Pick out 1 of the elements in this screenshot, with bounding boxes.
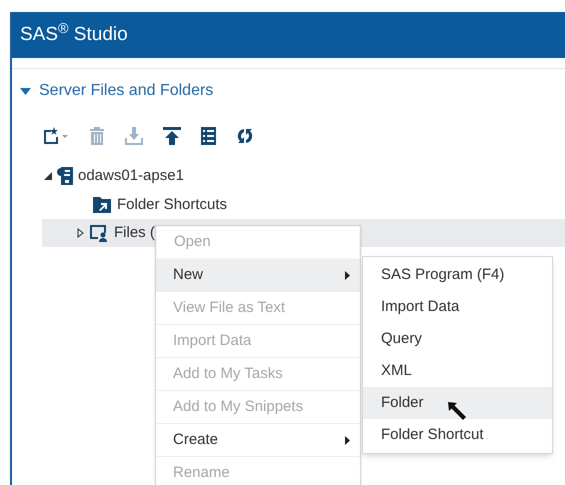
app-title: SAS$^{®}$ Studio <box>20 20 128 47</box>
